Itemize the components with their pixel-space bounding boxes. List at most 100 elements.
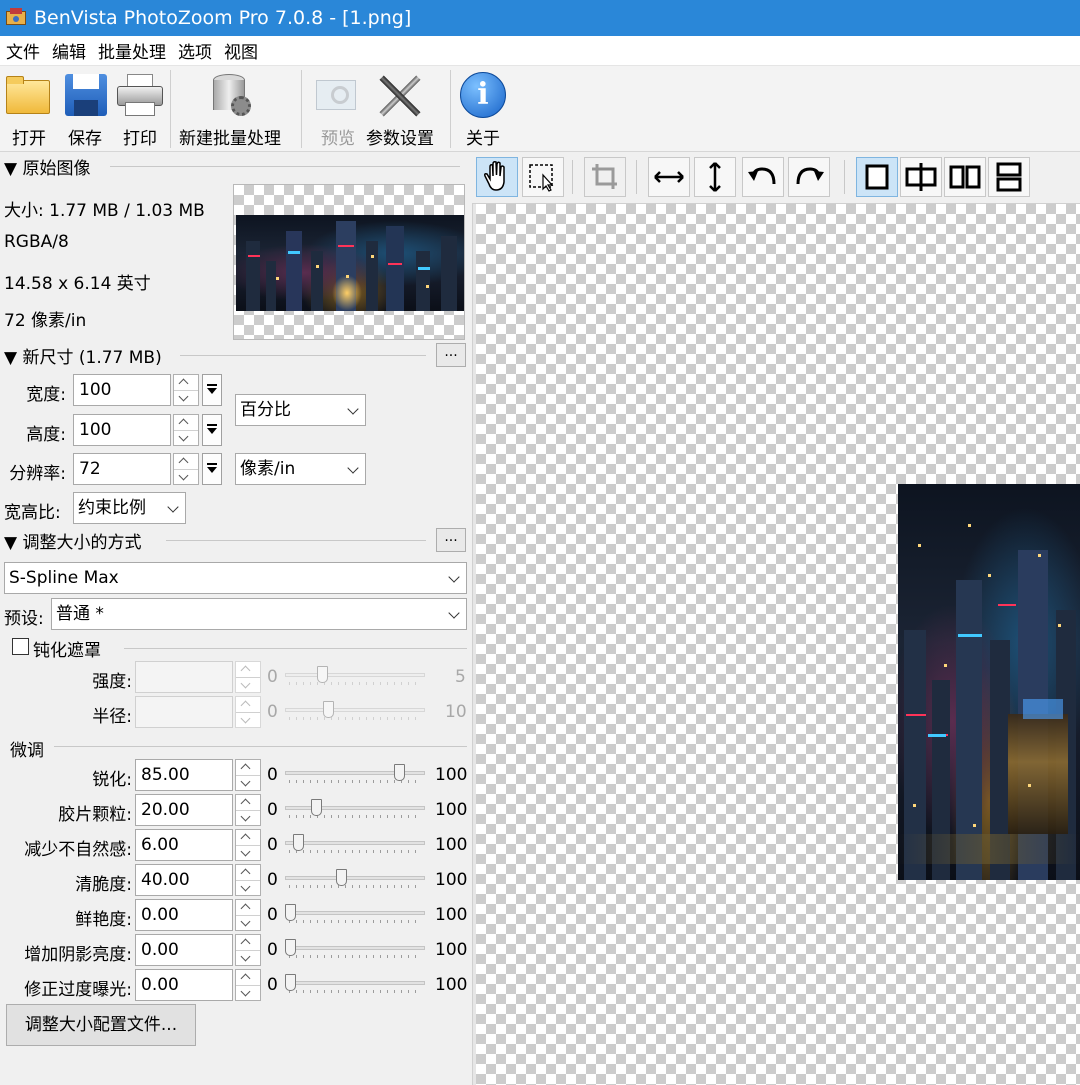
highlight-fix-label: 修正过度曝光: [24,980,132,1000]
open-button[interactable]: 打开 [4,70,54,149]
preset-select[interactable]: 普通 * [51,598,467,630]
rotate-left-icon [748,167,776,185]
floppy-disk-icon [60,70,110,120]
highlight-fix-spinner[interactable] [235,969,261,1001]
menu-file[interactable]: 文件 [6,38,40,63]
unsharp-mask-label: 钝化遮罩 [33,641,101,661]
crispness-input[interactable]: 40.00 [135,864,233,896]
select-tool-button[interactable] [522,157,564,197]
new-batch-button[interactable]: 新建批量处理 [179,70,281,149]
resize-method-more-button[interactable]: ... [436,528,466,552]
menu-batch[interactable]: 批量处理 [98,38,166,63]
about-button[interactable]: i 关于 [458,70,508,149]
highlight-fix-slider[interactable] [285,973,425,997]
preview-button[interactable]: 预览 [313,70,363,149]
resize-method-value: S-Spline Max [9,568,119,588]
radius-slider[interactable] [285,700,425,724]
resolution-input[interactable]: 72 [73,453,171,485]
menu-options[interactable]: 选项 [178,38,212,63]
vibrancy-spinner[interactable] [235,899,261,931]
preview-canvas[interactable] [476,204,1080,1085]
reduce-artifacts-slider[interactable] [285,833,425,857]
slider-thumb[interactable] [394,764,405,781]
rotate-left-button[interactable] [742,157,784,197]
height-input[interactable]: 100 [73,414,171,446]
crispness-spinner[interactable] [235,864,261,896]
menu-edit[interactable]: 编辑 [52,38,86,63]
new-size-header[interactable]: ▼ 新尺寸 (1.77 MB) [4,343,162,368]
resize-method-header[interactable]: ▼ 调整大小的方式 [4,528,141,553]
reduce-artifacts-input[interactable]: 6.00 [135,829,233,861]
top-bottom-view-button[interactable] [988,157,1030,197]
slider-thumb[interactable] [323,701,334,718]
radius-min: 0 [267,702,278,722]
preset-label: 预设: [4,609,44,629]
shadow-boost-min: 0 [267,940,278,960]
slider-thumb[interactable] [311,799,322,816]
slider-thumb[interactable] [317,666,328,683]
single-view-button[interactable] [856,157,898,197]
split-view-button[interactable] [900,157,942,197]
original-image-header[interactable]: ▼ 原始图像 [4,154,90,179]
height-preset-button[interactable] [202,414,222,446]
shadow-boost-slider[interactable] [285,938,425,962]
rotate-right-button[interactable] [788,157,830,197]
resolution-unit-select[interactable]: 像素/in [235,453,366,485]
section-divider [54,746,467,747]
shadow-boost-input[interactable]: 0.00 [135,934,233,966]
resize-profile-button[interactable]: 调整大小配置文件... [6,1004,196,1046]
sharpen-input[interactable]: 85.00 [135,759,233,791]
film-grain-spinner[interactable] [235,794,261,826]
strength-input[interactable] [135,661,233,693]
highlight-fix-max: 100 [435,975,468,995]
shadow-boost-spinner[interactable] [235,934,261,966]
resolution-spinner[interactable] [173,453,199,485]
width-input[interactable]: 100 [73,374,171,406]
size-unit-select[interactable]: 百分比 [235,394,366,426]
slider-thumb[interactable] [285,939,296,956]
slider-thumb[interactable] [285,904,296,921]
about-label: 关于 [466,129,500,149]
radius-input[interactable] [135,696,233,728]
menu-view[interactable]: 视图 [224,38,258,63]
fit-width-button[interactable] [648,157,690,197]
settings-button[interactable]: 参数设置 [366,70,434,149]
resize-method-select[interactable]: S-Spline Max [4,562,467,594]
crop-button[interactable] [584,157,626,197]
crispness-slider[interactable] [285,868,425,892]
fit-height-button[interactable] [694,157,736,197]
strength-spinner[interactable] [235,661,261,693]
sharpen-spinner[interactable] [235,759,261,791]
hand-tool-button[interactable] [476,157,518,197]
vibrancy-input[interactable]: 0.00 [135,899,233,931]
original-thumbnail [233,184,465,340]
side-by-side-view-button[interactable] [944,157,986,197]
save-button[interactable]: 保存 [60,70,110,149]
width-preset-button[interactable] [202,374,222,406]
vibrancy-slider[interactable] [285,903,425,927]
slider-thumb[interactable] [285,974,296,991]
unsharp-mask-checkbox[interactable] [12,638,29,655]
new-size-more-button[interactable]: ... [436,343,466,367]
split-view-icon [905,163,937,191]
width-spinner[interactable] [173,374,199,406]
reduce-artifacts-spinner[interactable] [235,829,261,861]
crispness-min: 0 [267,870,278,890]
film-grain-slider[interactable] [285,798,425,822]
original-dimensions: 14.58 x 6.14 英寸 [4,274,151,294]
sharpen-slider[interactable] [285,763,425,787]
aspect-ratio-select[interactable]: 约束比例 [73,492,186,524]
section-divider [180,355,426,356]
city-thumbnail-image [236,215,464,311]
strength-slider[interactable] [285,665,425,689]
resolution-preset-button[interactable] [202,453,222,485]
toolbar-separator [636,160,637,194]
film-grain-input[interactable]: 20.00 [135,794,233,826]
preview-image-icon [313,70,363,120]
slider-thumb[interactable] [293,834,304,851]
slider-thumb[interactable] [336,869,347,886]
height-spinner[interactable] [173,414,199,446]
radius-spinner[interactable] [235,696,261,728]
print-button[interactable]: 打印 [115,70,165,149]
highlight-fix-input[interactable]: 0.00 [135,969,233,1001]
